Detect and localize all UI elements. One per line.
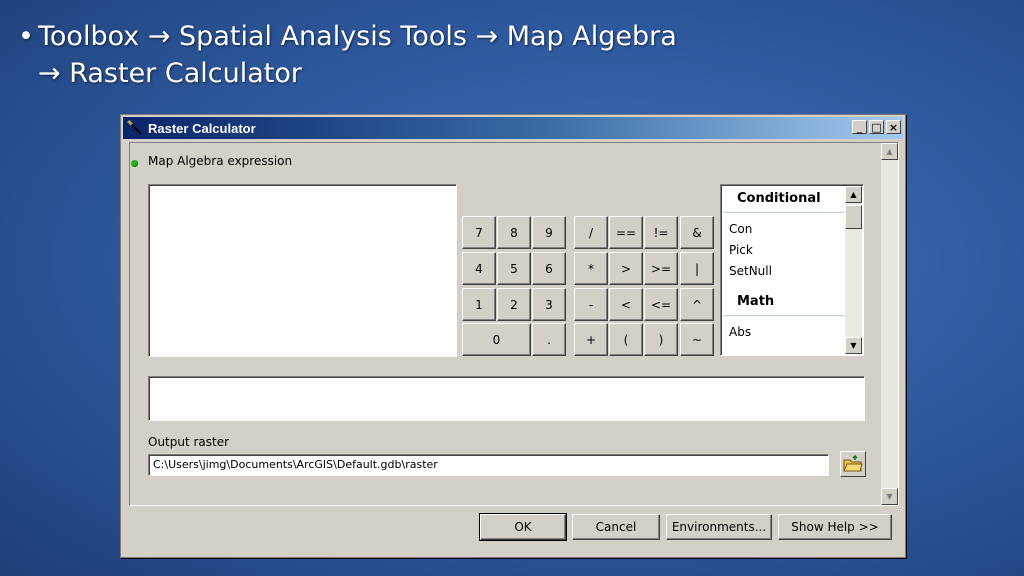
category-header: Conditional (723, 187, 845, 213)
window-title: Raster Calculator (148, 120, 256, 136)
key-button[interactable]: . (532, 323, 566, 356)
tool-item[interactable]: Con (723, 219, 845, 240)
show-help-button[interactable]: Show Help >> (778, 514, 892, 540)
expression-label: Map Algebra expression (148, 154, 293, 168)
required-indicator-icon (131, 160, 138, 167)
key-button[interactable]: != (644, 216, 678, 249)
key-button[interactable]: / (574, 216, 608, 249)
maximize-button[interactable]: □ (869, 120, 884, 134)
open-folder-icon (843, 455, 863, 472)
tools-list-scrollbar[interactable]: ▲ ▼ (845, 186, 862, 354)
dialog-scrollbar[interactable]: ▲ ▼ (881, 143, 898, 505)
key-button[interactable]: > (609, 252, 643, 285)
slide-title: • Toolbox → Spatial Analysis Tools → Map… (18, 18, 1018, 92)
key-button[interactable]: < (609, 288, 643, 321)
key-button[interactable]: ^ (680, 288, 714, 321)
output-raster-label: Output raster (148, 435, 230, 449)
scroll-thumb[interactable] (845, 205, 862, 229)
category-header: Math (723, 290, 845, 316)
minimize-button[interactable]: _ (852, 120, 867, 134)
browse-button[interactable] (840, 451, 866, 477)
key-button[interactable]: & (680, 216, 714, 249)
layers-list[interactable] (148, 184, 457, 357)
key-button[interactable]: + (574, 323, 608, 356)
key-button[interactable]: 0 (462, 323, 531, 356)
output-raster-input[interactable]: C:\Users\jimg\Documents\ArcGIS\Default.g… (148, 454, 829, 476)
key-button[interactable]: >= (644, 252, 678, 285)
raster-calculator-icon (127, 119, 142, 135)
bullet: • (18, 21, 34, 52)
tool-item[interactable]: SetNull (723, 261, 845, 282)
tools-list-content: Conditional Con Pick SetNull Math Abs (723, 187, 845, 355)
key-button[interactable]: 5 (497, 252, 531, 285)
title-bar[interactable]: Raster Calculator _ □ × (123, 117, 903, 139)
key-button[interactable]: ~ (680, 323, 714, 356)
key-button[interactable]: <= (644, 288, 678, 321)
scroll-up-icon[interactable]: ▲ (881, 143, 898, 160)
slide-title-line1: Toolbox → Spatial Analysis Tools → Map A… (38, 21, 677, 52)
tool-item[interactable]: Pick (723, 240, 845, 261)
tool-item[interactable]: Abs (723, 322, 845, 343)
key-button[interactable]: 4 (462, 252, 496, 285)
slide-title-line2: → Raster Calculator (38, 58, 302, 89)
key-button[interactable]: * (574, 252, 608, 285)
environments-button[interactable]: Environments... (666, 514, 772, 540)
scroll-down-icon[interactable]: ▼ (881, 488, 898, 505)
key-button[interactable]: 8 (497, 216, 531, 249)
key-button[interactable]: 7 (462, 216, 496, 249)
key-button[interactable]: 3 (532, 288, 566, 321)
ok-button[interactable]: OK (479, 513, 567, 541)
key-button[interactable]: | (680, 252, 714, 285)
expression-input[interactable] (148, 376, 865, 421)
scroll-down-icon[interactable]: ▼ (845, 337, 862, 354)
cancel-button[interactable]: Cancel (572, 514, 660, 540)
key-button[interactable]: ) (644, 323, 678, 356)
key-button[interactable]: ( (609, 323, 643, 356)
key-button[interactable]: 9 (532, 216, 566, 249)
key-button[interactable]: 2 (497, 288, 531, 321)
key-button[interactable]: == (609, 216, 643, 249)
scroll-up-icon[interactable]: ▲ (845, 186, 862, 203)
close-button[interactable]: × (886, 120, 901, 134)
key-button[interactable]: - (574, 288, 608, 321)
key-button[interactable]: 6 (532, 252, 566, 285)
tools-list[interactable]: Conditional Con Pick SetNull Math Abs ▲ ▼ (720, 184, 864, 356)
key-button[interactable]: 1 (462, 288, 496, 321)
